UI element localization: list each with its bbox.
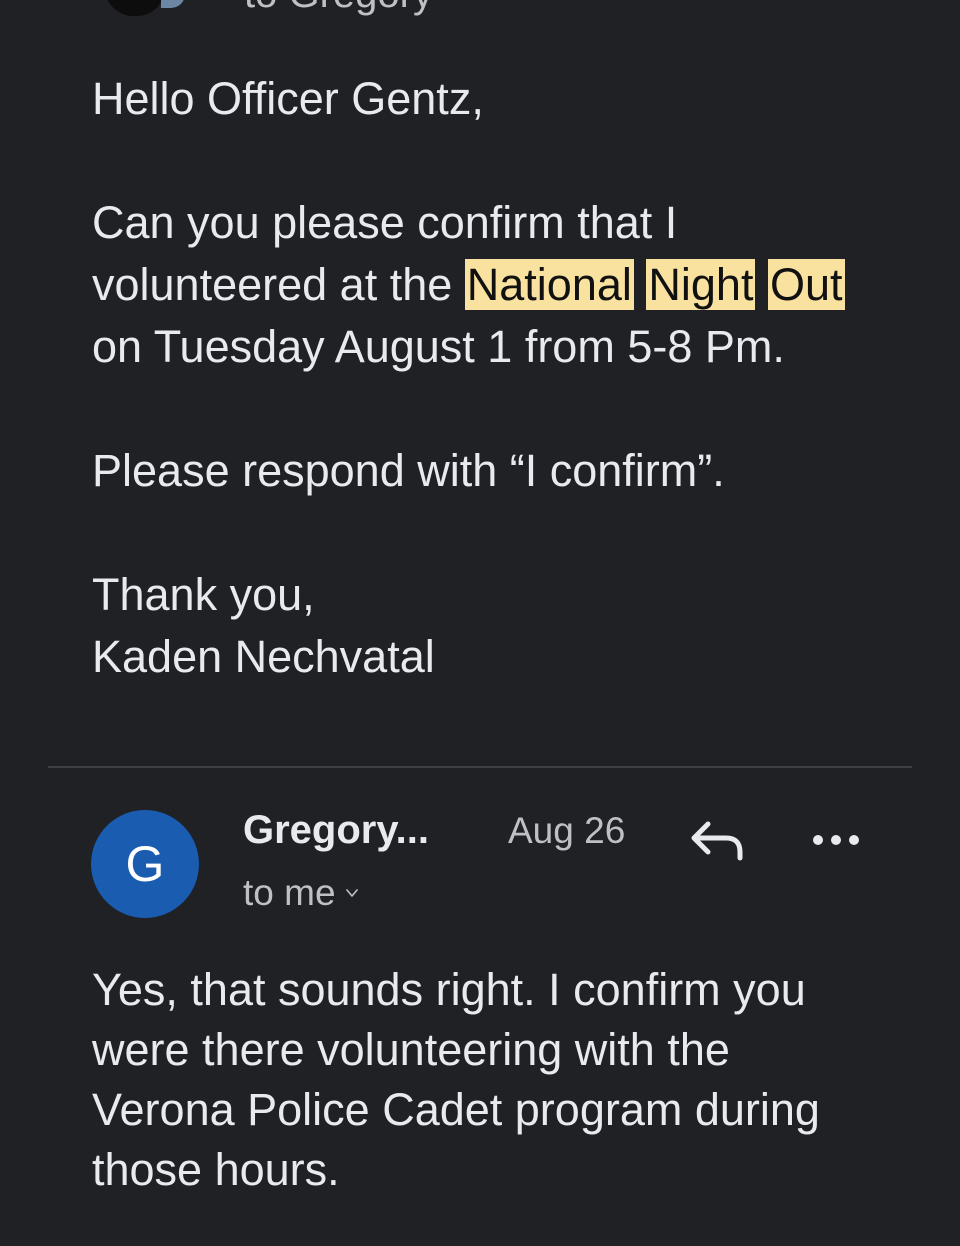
chevron-down-icon xyxy=(345,889,358,897)
highlight-out[interactable]: Out xyxy=(767,259,845,310)
highlight-night[interactable]: Night xyxy=(646,259,756,310)
reply-button[interactable] xyxy=(686,812,750,868)
message-divider xyxy=(48,766,912,768)
reply-message-body: Yes, that sounds right. I confirm you we… xyxy=(92,964,820,1195)
previous-sender-avatar xyxy=(95,0,205,18)
previous-recipient-line[interactable]: to Gregory xyxy=(244,0,433,17)
recipient-label: to me xyxy=(243,872,336,913)
reply-icon xyxy=(691,821,743,861)
sender-name[interactable]: Gregory... xyxy=(243,808,429,853)
previous-recipient-label: to Gregory xyxy=(244,0,433,16)
sender-avatar[interactable]: G xyxy=(91,810,199,918)
request-paragraph: Can you please confirm that I volunteere… xyxy=(92,192,882,378)
confirm-request: Please respond with “I confirm”. xyxy=(92,445,725,496)
greeting: Hello Officer Gentz, xyxy=(92,73,484,124)
more-options-icon xyxy=(813,835,859,845)
previous-message-body: Hello Officer Gentz, Can you please conf… xyxy=(92,68,882,688)
more-options-button[interactable] xyxy=(804,818,868,862)
signoff: Thank you, xyxy=(92,569,315,620)
message-date: Aug 26 xyxy=(508,810,626,851)
signature: Kaden Nechvatal xyxy=(92,631,435,682)
request-text-after: on Tuesday August 1 from 5-8 Pm. xyxy=(92,321,785,372)
avatar-letter: G xyxy=(125,836,165,892)
highlight-national[interactable]: National xyxy=(464,259,634,310)
recipient-details-toggle[interactable]: to me xyxy=(243,872,358,914)
